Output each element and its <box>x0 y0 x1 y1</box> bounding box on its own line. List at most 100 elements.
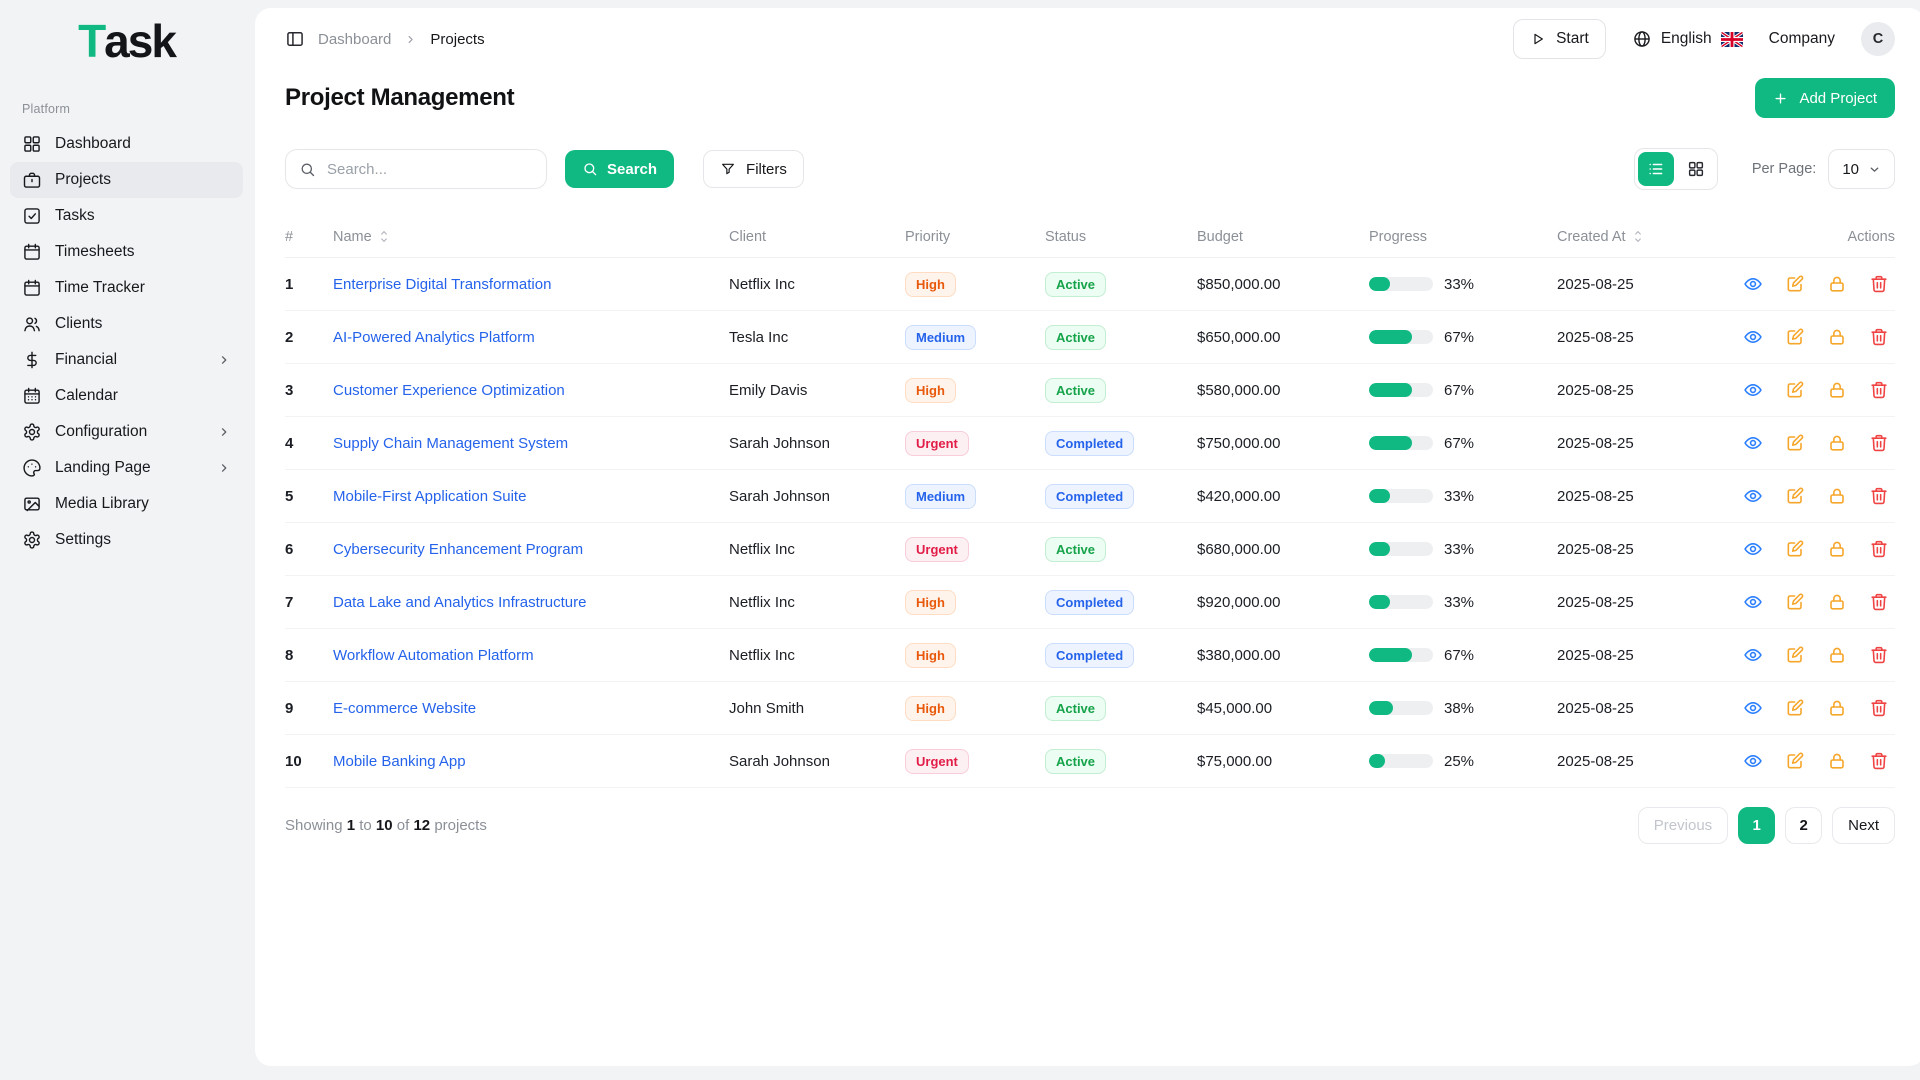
sidebar-item-financial[interactable]: Financial <box>10 342 243 378</box>
delete-action-button[interactable] <box>1869 486 1889 506</box>
delete-action-button[interactable] <box>1869 539 1889 559</box>
view-action-button[interactable] <box>1743 751 1763 771</box>
column-header-created-at[interactable]: Created At <box>1557 229 1743 245</box>
projects-table: # Name Client Priority Status Budget Pro… <box>285 216 1895 788</box>
view-action-button[interactable] <box>1743 698 1763 718</box>
delete-action-button[interactable] <box>1869 751 1889 771</box>
sidebar-item-dashboard[interactable]: Dashboard <box>10 126 243 162</box>
view-action-button[interactable] <box>1743 645 1763 665</box>
project-name-link[interactable]: Data Lake and Analytics Infrastructure <box>333 594 586 611</box>
sidebar-item-clients[interactable]: Clients <box>10 306 243 342</box>
next-page-button[interactable]: Next <box>1832 807 1895 844</box>
sidebar-item-label: Projects <box>55 171 111 189</box>
project-name-link[interactable]: E-commerce Website <box>333 700 476 717</box>
sidebar-item-landing-page[interactable]: Landing Page <box>10 450 243 486</box>
delete-action-button[interactable] <box>1869 592 1889 612</box>
delete-action-button[interactable] <box>1869 433 1889 453</box>
search-input[interactable] <box>325 160 533 179</box>
edit-action-button[interactable] <box>1785 327 1805 347</box>
grid-view-button[interactable] <box>1678 152 1714 186</box>
project-name-link[interactable]: AI-Powered Analytics Platform <box>333 329 535 346</box>
page-button-1[interactable]: 1 <box>1738 807 1775 844</box>
project-name-link[interactable]: Customer Experience Optimization <box>333 382 565 399</box>
column-header-name[interactable]: Name <box>333 229 729 245</box>
lock-action-button[interactable] <box>1827 380 1847 400</box>
actions-cell <box>1743 433 1895 453</box>
column-header-actions: Actions <box>1743 229 1895 245</box>
view-action-button[interactable] <box>1743 327 1763 347</box>
lock-action-button[interactable] <box>1827 486 1847 506</box>
view-action-button[interactable] <box>1743 592 1763 612</box>
edit-action-button[interactable] <box>1785 486 1805 506</box>
client-cell: Emily Davis <box>729 382 905 399</box>
edit-action-button[interactable] <box>1785 380 1805 400</box>
sidebar-item-calendar[interactable]: Calendar <box>10 378 243 414</box>
table-row: 9 E-commerce Website John Smith High Act… <box>285 682 1895 735</box>
lock-icon <box>1827 486 1847 506</box>
lock-action-button[interactable] <box>1827 539 1847 559</box>
view-action-button[interactable] <box>1743 380 1763 400</box>
results-summary: Showing 1 to 10 of 12 projects <box>285 817 487 834</box>
project-name-link[interactable]: Supply Chain Management System <box>333 435 568 452</box>
add-project-button[interactable]: Add Project <box>1755 78 1895 118</box>
sidebar-item-settings[interactable]: Settings <box>10 522 243 558</box>
sidebar-item-timesheets[interactable]: Timesheets <box>10 234 243 270</box>
edit-action-button[interactable] <box>1785 592 1805 612</box>
priority-badge: High <box>905 272 956 297</box>
page-button-2[interactable]: 2 <box>1785 807 1822 844</box>
breadcrumb: Dashboard Projects <box>285 29 485 49</box>
edit-action-button[interactable] <box>1785 433 1805 453</box>
filters-button[interactable]: Filters <box>703 150 804 188</box>
breadcrumb-dashboard-link[interactable]: Dashboard <box>318 31 391 48</box>
delete-action-button[interactable] <box>1869 274 1889 294</box>
delete-action-button[interactable] <box>1869 380 1889 400</box>
sidebar-item-media-library[interactable]: Media Library <box>10 486 243 522</box>
start-button[interactable]: Start <box>1513 19 1606 59</box>
row-number: 8 <box>285 647 333 664</box>
sidebar-item-time-tracker[interactable]: Time Tracker <box>10 270 243 306</box>
sidebar-toggle-icon[interactable] <box>285 29 305 49</box>
row-number: 4 <box>285 435 333 452</box>
delete-action-button[interactable] <box>1869 645 1889 665</box>
project-name-link[interactable]: Workflow Automation Platform <box>333 647 534 664</box>
edit-action-button[interactable] <box>1785 539 1805 559</box>
lock-action-button[interactable] <box>1827 592 1847 612</box>
view-action-button[interactable] <box>1743 539 1763 559</box>
project-name-link[interactable]: Mobile-First Application Suite <box>333 488 526 505</box>
search-button[interactable]: Search <box>565 150 674 188</box>
filters-button-label: Filters <box>746 161 787 178</box>
view-action-button[interactable] <box>1743 433 1763 453</box>
lock-action-button[interactable] <box>1827 327 1847 347</box>
edit-action-button[interactable] <box>1785 698 1805 718</box>
sidebar-item-label: Media Library <box>55 495 149 513</box>
sidebar-item-projects[interactable]: Projects <box>10 162 243 198</box>
project-name-link[interactable]: Mobile Banking App <box>333 753 466 770</box>
progress-bar <box>1369 754 1433 768</box>
created-at-cell: 2025-08-25 <box>1557 647 1743 664</box>
per-page-select[interactable]: 10 <box>1828 149 1895 189</box>
view-action-button[interactable] <box>1743 486 1763 506</box>
language-selector[interactable]: English <box>1632 29 1743 49</box>
lock-action-button[interactable] <box>1827 274 1847 294</box>
project-name-link[interactable]: Enterprise Digital Transformation <box>333 276 551 293</box>
app-logo[interactable]: Task <box>10 6 243 68</box>
lock-action-button[interactable] <box>1827 751 1847 771</box>
actions-cell <box>1743 751 1895 771</box>
lock-action-button[interactable] <box>1827 645 1847 665</box>
sidebar-item-tasks[interactable]: Tasks <box>10 198 243 234</box>
list-view-button[interactable] <box>1638 152 1674 186</box>
lock-action-button[interactable] <box>1827 433 1847 453</box>
delete-action-button[interactable] <box>1869 698 1889 718</box>
delete-action-button[interactable] <box>1869 327 1889 347</box>
edit-action-button[interactable] <box>1785 274 1805 294</box>
sidebar-item-configuration[interactable]: Configuration <box>10 414 243 450</box>
user-avatar[interactable]: C <box>1861 22 1895 56</box>
project-name-link[interactable]: Cybersecurity Enhancement Program <box>333 541 583 558</box>
lock-action-button[interactable] <box>1827 698 1847 718</box>
company-menu[interactable]: Company <box>1769 30 1835 48</box>
client-cell: Tesla Inc <box>729 329 905 346</box>
edit-action-button[interactable] <box>1785 645 1805 665</box>
view-action-button[interactable] <box>1743 274 1763 294</box>
previous-page-button[interactable]: Previous <box>1638 807 1728 844</box>
edit-action-button[interactable] <box>1785 751 1805 771</box>
